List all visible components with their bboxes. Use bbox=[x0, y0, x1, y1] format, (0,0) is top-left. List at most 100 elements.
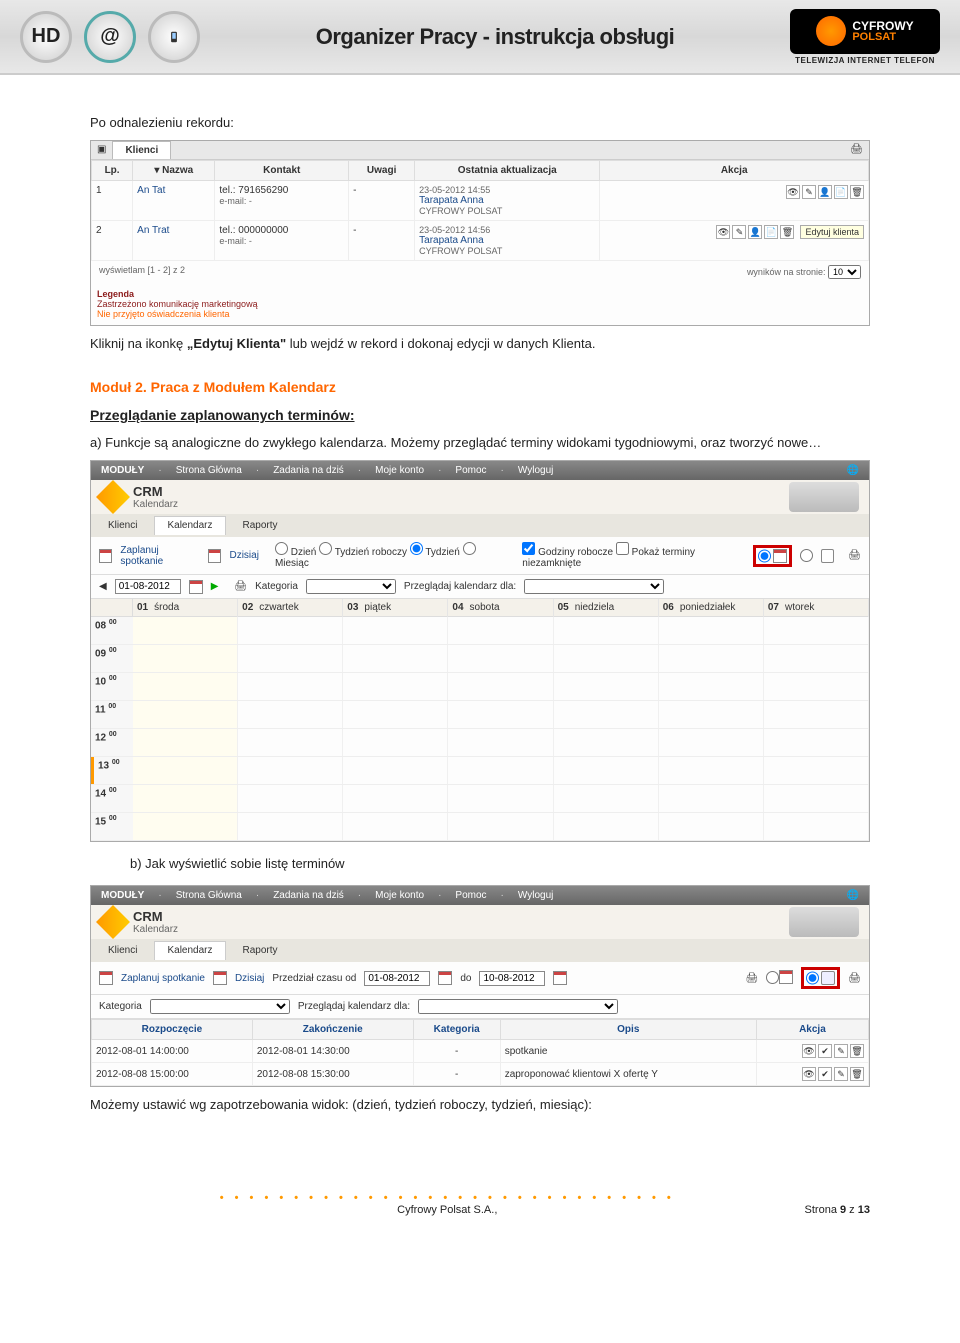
day-header[interactable]: 01środa bbox=[133, 599, 238, 617]
calendar-cell[interactable] bbox=[343, 757, 448, 784]
calendar-cell[interactable] bbox=[238, 729, 343, 756]
menu-zd[interactable]: Zadania na dziś bbox=[273, 465, 344, 476]
chk-godziny[interactable] bbox=[522, 542, 535, 555]
calendar-cell[interactable] bbox=[764, 617, 869, 644]
menu-moduly[interactable]: MODUŁY bbox=[101, 890, 144, 901]
list-view-icon[interactable] bbox=[821, 549, 834, 563]
calendar-cell[interactable] bbox=[659, 701, 764, 728]
view-icon[interactable]: 👁 bbox=[802, 1067, 816, 1081]
calendar-cell[interactable] bbox=[133, 617, 238, 644]
day-header[interactable]: 02czwartek bbox=[238, 599, 343, 617]
view-list-radio[interactable] bbox=[800, 549, 813, 562]
calendar-picker-icon[interactable] bbox=[189, 580, 203, 594]
przegladaj-select[interactable] bbox=[418, 999, 618, 1014]
calendar-cell[interactable] bbox=[764, 785, 869, 812]
delete-icon[interactable]: 🗑 bbox=[780, 225, 794, 239]
calendar-cell[interactable] bbox=[238, 813, 343, 840]
calendar-cell[interactable] bbox=[764, 757, 869, 784]
calendar-cell[interactable] bbox=[343, 617, 448, 644]
print-icon[interactable]: 🖨 bbox=[844, 141, 869, 159]
calendar-cell[interactable] bbox=[554, 701, 659, 728]
col-zakonczenie[interactable]: Zakończenie bbox=[252, 1020, 413, 1040]
calendar-cell[interactable] bbox=[554, 617, 659, 644]
radio-tr[interactable] bbox=[319, 542, 332, 555]
day-header[interactable]: 05niedziela bbox=[554, 599, 659, 617]
calendar-cell[interactable] bbox=[554, 729, 659, 756]
view-list-radio[interactable] bbox=[806, 971, 819, 985]
col-ost[interactable]: Ostatnia aktualizacja bbox=[415, 161, 600, 181]
view-icon[interactable]: 👁 bbox=[786, 185, 800, 199]
calendar-cell[interactable] bbox=[554, 813, 659, 840]
day-header[interactable]: 04sobota bbox=[448, 599, 553, 617]
menu-sg[interactable]: Strona Główna bbox=[176, 890, 242, 901]
calendar-view-icon[interactable] bbox=[773, 549, 787, 563]
calendar-cell[interactable] bbox=[133, 757, 238, 784]
menu-wy[interactable]: Wyloguj bbox=[518, 465, 553, 476]
dzisiaj-link[interactable]: Dzisiaj bbox=[229, 550, 258, 561]
calendar-cell[interactable] bbox=[238, 785, 343, 812]
calendar-cell[interactable] bbox=[448, 701, 553, 728]
calendar-cell[interactable] bbox=[133, 813, 238, 840]
calendar-picker-icon[interactable] bbox=[438, 971, 452, 985]
calendar-cell[interactable] bbox=[343, 701, 448, 728]
tab-klienci[interactable]: Klienci bbox=[112, 141, 171, 159]
view-cal-radio[interactable] bbox=[758, 549, 771, 563]
calendar-cell[interactable] bbox=[448, 729, 553, 756]
print-icon[interactable]: 🖨 bbox=[848, 550, 861, 561]
radio-tydzien[interactable] bbox=[410, 542, 423, 555]
menu-moduly[interactable]: MODUŁY bbox=[101, 465, 144, 476]
menu-wy[interactable]: Wyloguj bbox=[518, 890, 553, 901]
delete-icon[interactable]: 🗑 bbox=[850, 1067, 864, 1081]
calendar-cell[interactable] bbox=[133, 701, 238, 728]
radio-dzien[interactable] bbox=[275, 542, 288, 555]
prev-arrow-icon[interactable]: ◀ bbox=[99, 581, 107, 592]
col-uwagi[interactable]: Uwagi bbox=[349, 161, 415, 181]
calendar-cell[interactable] bbox=[343, 785, 448, 812]
calendar-cell[interactable] bbox=[764, 645, 869, 672]
calendar-cell[interactable] bbox=[764, 701, 869, 728]
table-row[interactable]: 2012-08-08 15:00:002012-08-08 15:30:00-z… bbox=[92, 1063, 869, 1086]
calendar-cell[interactable] bbox=[133, 785, 238, 812]
menu-sg[interactable]: Strona Główna bbox=[176, 465, 242, 476]
calendar-cell[interactable] bbox=[343, 645, 448, 672]
col-rozpoczecie[interactable]: Rozpoczęcie bbox=[92, 1020, 253, 1040]
globe-icon[interactable]: 🌐 bbox=[847, 890, 859, 901]
globe-icon[interactable]: 🌐 bbox=[847, 465, 859, 476]
calendar-cell[interactable] bbox=[448, 673, 553, 700]
table-row[interactable]: 2012-08-01 14:00:002012-08-01 14:30:00-s… bbox=[92, 1040, 869, 1063]
day-header[interactable]: 06poniedziałek bbox=[659, 599, 764, 617]
calendar-cell[interactable] bbox=[448, 757, 553, 784]
chk-pokaz[interactable] bbox=[616, 542, 629, 555]
edit-icon[interactable]: ✎ bbox=[834, 1044, 848, 1058]
tab-klienci[interactable]: Klienci bbox=[95, 516, 150, 535]
col-opis[interactable]: Opis bbox=[500, 1020, 756, 1040]
view-icon[interactable]: 👁 bbox=[716, 225, 730, 239]
calendar-cell[interactable] bbox=[343, 673, 448, 700]
complete-icon[interactable]: ✔ bbox=[818, 1044, 832, 1058]
user-icon[interactable]: 👤 bbox=[818, 185, 832, 199]
day-header[interactable]: 03piątek bbox=[343, 599, 448, 617]
calendar-cell[interactable] bbox=[343, 729, 448, 756]
calendar-cell[interactable] bbox=[133, 729, 238, 756]
calendar-cell[interactable] bbox=[764, 813, 869, 840]
tab-kalendarz[interactable]: Kalendarz bbox=[154, 941, 225, 960]
calendar-cell[interactable] bbox=[238, 617, 343, 644]
calendar-cell[interactable] bbox=[554, 645, 659, 672]
calendar-cell[interactable] bbox=[238, 645, 343, 672]
complete-icon[interactable]: ✔ bbox=[818, 1067, 832, 1081]
calendar-cell[interactable] bbox=[448, 617, 553, 644]
col-kategoria[interactable]: Kategoria bbox=[413, 1020, 500, 1040]
edit-icon[interactable]: ✎ bbox=[732, 225, 746, 239]
calendar-cell[interactable] bbox=[448, 785, 553, 812]
print-icon[interactable]: 🖨 bbox=[746, 973, 759, 984]
edit-icon[interactable]: ✎ bbox=[834, 1067, 848, 1081]
table-row[interactable]: 1 An Tat tel.: 791656290e-mail: - - 23-0… bbox=[92, 181, 869, 221]
table-row[interactable]: 2 An Trat tel.: 000000000e-mail: - - 23-… bbox=[92, 221, 869, 261]
calendar-cell[interactable] bbox=[659, 645, 764, 672]
list-view-icon[interactable] bbox=[821, 971, 835, 985]
delete-icon[interactable]: 🗑 bbox=[850, 185, 864, 199]
col-kontakt[interactable]: Kontakt bbox=[215, 161, 349, 181]
date-from-input[interactable] bbox=[364, 971, 430, 986]
tab-klienci[interactable]: Klienci bbox=[95, 941, 150, 960]
radio-miesiac[interactable] bbox=[463, 542, 476, 555]
